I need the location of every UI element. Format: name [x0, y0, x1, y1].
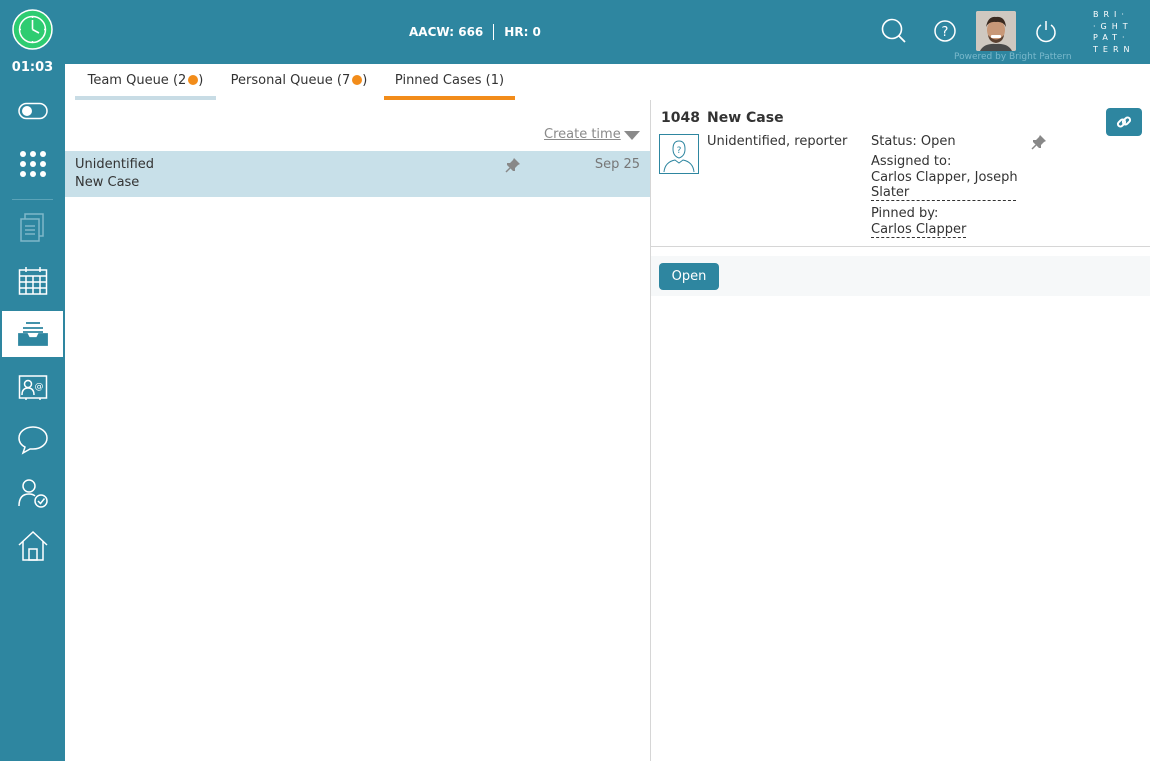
- pinned-by-user[interactable]: Carlos Clapper: [871, 222, 967, 238]
- help-icon[interactable]: ?: [930, 16, 960, 46]
- case-title: New Case: [707, 110, 784, 126]
- tab-team-queue[interactable]: Team Queue (2): [75, 73, 216, 100]
- case-inbox-icon[interactable]: [2, 311, 63, 357]
- aacw-stat: AACW: 666: [409, 25, 484, 39]
- case-number: 1048: [661, 110, 700, 126]
- calendar-icon[interactable]: [0, 258, 65, 304]
- directory-icon[interactable]: @: [0, 364, 65, 410]
- documents-icon[interactable]: [0, 205, 65, 251]
- sidebar-divider: [12, 199, 53, 200]
- svg-text:?: ?: [677, 146, 682, 156]
- hr-stat: HR: 0: [504, 25, 541, 39]
- status-field: Status: Open: [871, 134, 956, 149]
- details-divider: [651, 246, 1150, 247]
- dialpad-icon[interactable]: [0, 141, 65, 187]
- tab-personal-queue[interactable]: Personal Queue (7): [225, 73, 373, 100]
- tab-active-underline: [384, 96, 515, 100]
- contact-avatar-placeholder-icon: ?: [659, 134, 699, 174]
- power-icon[interactable]: [1031, 16, 1061, 46]
- home-icon[interactable]: [0, 523, 65, 569]
- panel-divider: [650, 100, 651, 761]
- case-contact-name: Unidentified: [75, 157, 155, 172]
- sidebar: 01:03 @: [0, 0, 65, 761]
- sort-down-icon[interactable]: [624, 131, 640, 140]
- notification-dot: [352, 75, 363, 85]
- tab-pinned-cases[interactable]: Pinned Cases (1): [384, 73, 515, 100]
- tab-underline: [75, 96, 216, 100]
- pinned-by-label: Pinned by:: [871, 206, 939, 221]
- pin-icon[interactable]: [1031, 134, 1047, 154]
- avatar[interactable]: [976, 11, 1016, 51]
- agent-stats: AACW: 666 HR: 0: [409, 24, 541, 40]
- user-check-icon[interactable]: [0, 470, 65, 516]
- search-icon[interactable]: [879, 16, 909, 46]
- assigned-users[interactable]: Carlos Clapper, Joseph Slater: [871, 170, 1021, 201]
- chat-icon[interactable]: [0, 417, 65, 463]
- state-toggle-icon[interactable]: [0, 88, 65, 134]
- case-subject: New Case: [75, 175, 140, 190]
- pin-icon[interactable]: [505, 157, 521, 177]
- bright-pattern-logo: BRI· ·GHT PAT· TERN: [1093, 10, 1135, 54]
- powered-by-text: Powered by Bright Pattern: [954, 52, 1072, 62]
- case-list-item[interactable]: Unidentified New Case Sep 25: [65, 151, 650, 197]
- assigned-label: Assigned to:: [871, 154, 952, 169]
- sort-create-time[interactable]: Create time: [544, 127, 621, 142]
- state-timer: 01:03: [11, 60, 54, 75]
- link-button[interactable]: [1106, 108, 1142, 136]
- case-date: Sep 25: [594, 157, 640, 172]
- notification-dot: [188, 75, 199, 85]
- top-bar: AACW: 666 HR: 0 ? Powered by Bright Patt…: [0, 0, 1150, 64]
- contact-name[interactable]: Unidentified, reporter: [707, 134, 847, 149]
- open-button[interactable]: Open: [659, 263, 719, 290]
- action-bar: [651, 256, 1150, 296]
- svg-text:@: @: [34, 382, 43, 392]
- stats-divider: [493, 24, 495, 40]
- agent-state-clock-icon[interactable]: [12, 9, 53, 50]
- svg-text:?: ?: [942, 25, 949, 40]
